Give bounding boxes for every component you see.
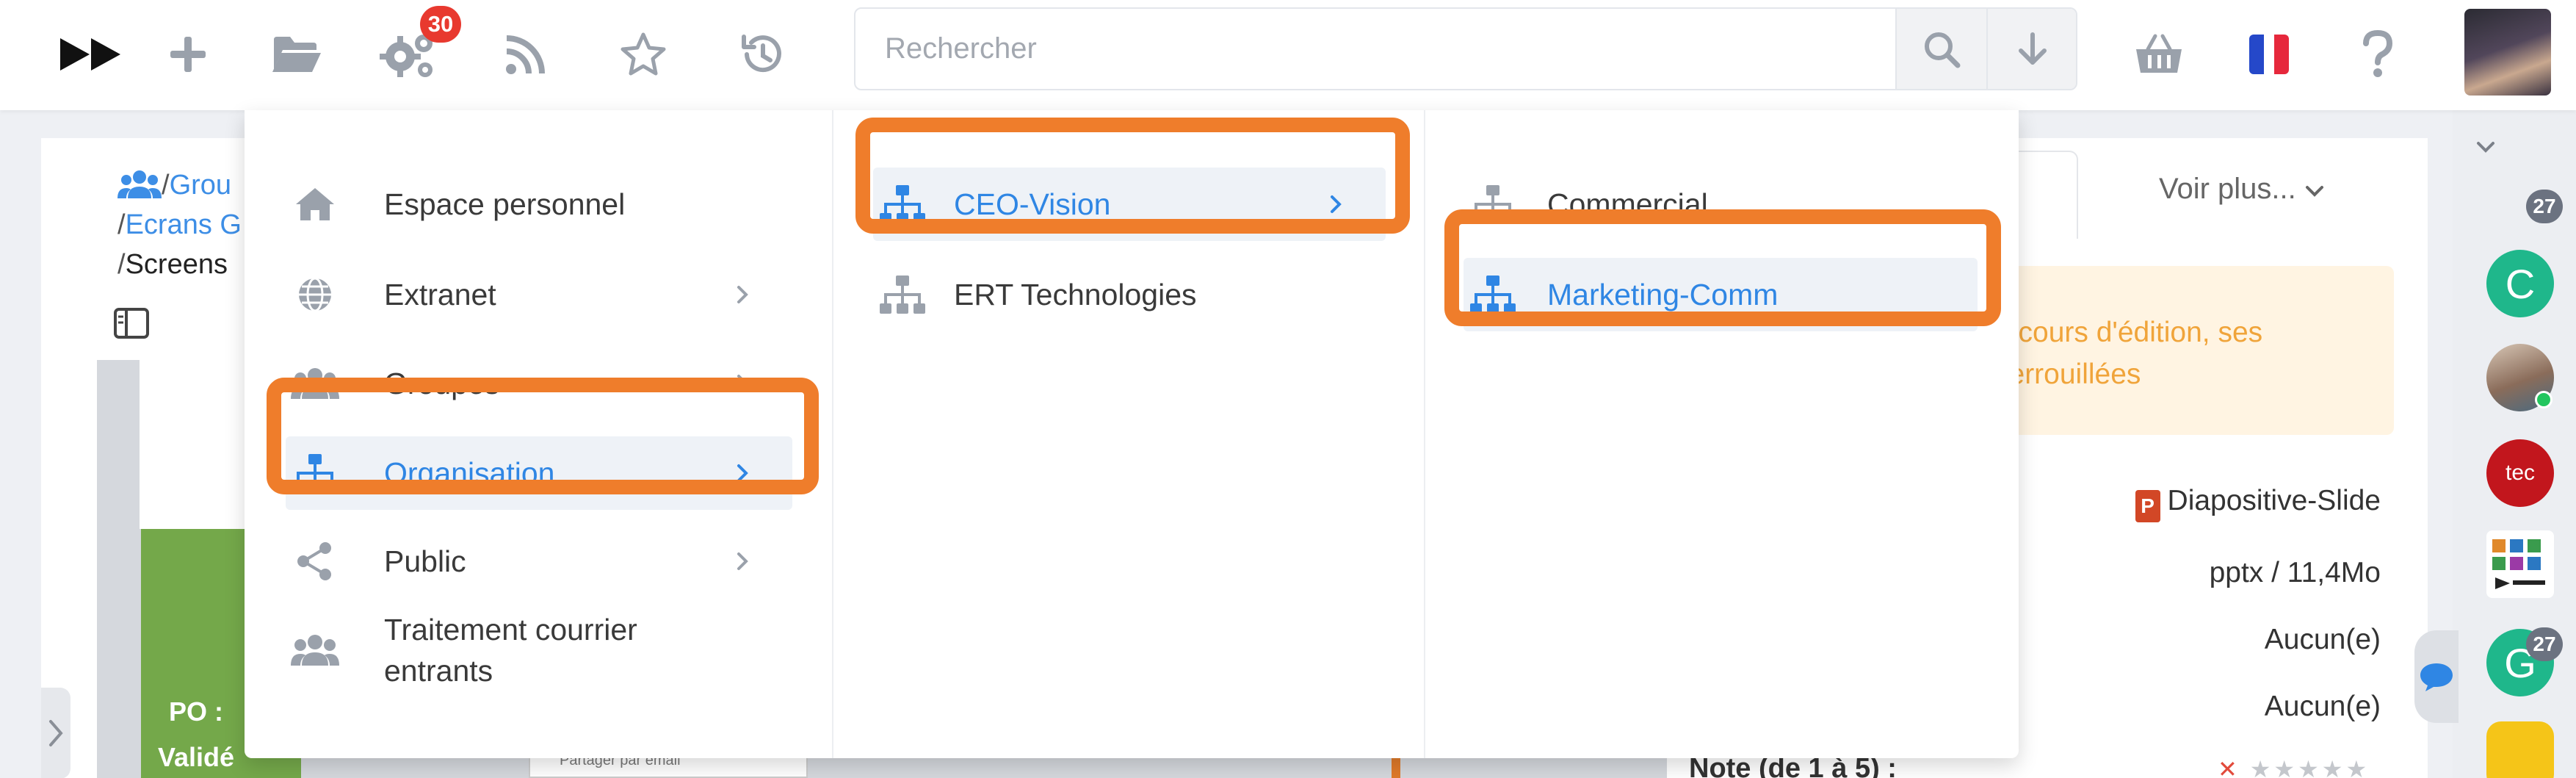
chat-toggle-button[interactable] xyxy=(2414,630,2459,723)
users-icon xyxy=(286,358,344,409)
bot-avatar[interactable] xyxy=(2486,721,2554,778)
prop-type: P Diapositive-Slide xyxy=(2135,485,2381,522)
chat-icon xyxy=(2420,663,2453,691)
chevron-right-icon xyxy=(737,286,748,303)
avatar-letter-c: C xyxy=(2505,260,2536,307)
french-flag-icon[interactable] xyxy=(2232,18,2306,91)
home-icon xyxy=(286,179,344,230)
prop-type-value: Diapositive-Slide xyxy=(2167,485,2381,516)
menu-item-groupes[interactable]: Groupes xyxy=(286,347,792,420)
notice-line-1: n cours d'édition, ses xyxy=(1994,317,2263,348)
chevron-right-icon xyxy=(737,464,748,482)
avatar-text-tec: tec xyxy=(2505,461,2536,485)
star-icon[interactable] xyxy=(607,18,680,91)
breadcrumb-separator: / xyxy=(162,170,170,201)
menu-item-label: Extranet xyxy=(384,278,496,311)
notification-badge: 30 xyxy=(420,6,461,43)
search-icon xyxy=(1925,32,1961,68)
sitemap-icon xyxy=(873,179,932,230)
rail-collapse-icon[interactable] xyxy=(2475,140,2497,158)
share-icon xyxy=(286,536,344,587)
breadcrumb-item-screens: Screens xyxy=(125,249,228,280)
panel-collapse-button[interactable] xyxy=(41,688,70,778)
sitemap-icon xyxy=(873,269,932,320)
chevron-right-icon xyxy=(49,720,63,746)
chevron-right-icon xyxy=(737,552,748,570)
menu-column-ceo-vision: Commercial Marketing-Comm xyxy=(1427,110,2019,758)
sitemap-icon xyxy=(1464,269,1522,320)
breadcrumb-item-ecrans[interactable]: Ecrans G xyxy=(126,209,242,240)
sitemap-icon xyxy=(1464,179,1522,230)
rating-stars[interactable]: ✕ ★★★★★ xyxy=(2218,755,2370,778)
menu-item-label: Traitement courrier entrants xyxy=(384,613,637,688)
chevron-down-icon xyxy=(2305,186,2323,197)
fast-forward-logo[interactable] xyxy=(54,18,128,91)
top-navigation-bar xyxy=(0,0,2576,110)
users-icon xyxy=(117,170,162,198)
sitemap-icon xyxy=(286,447,344,499)
menu-item-organisation[interactable]: Organisation xyxy=(286,436,792,510)
rail-count-badge-2: 27 xyxy=(2526,627,2563,661)
history-icon[interactable] xyxy=(725,18,798,91)
menu-column-root: Espace personnel Extranet Groupes Organi… xyxy=(245,110,833,758)
clear-rating-icon[interactable]: ✕ xyxy=(2218,756,2240,778)
gofas-logo-icon xyxy=(2492,539,2545,589)
menu-item-ert-technologies[interactable]: ERT Technologies xyxy=(873,258,1386,331)
folder-open-icon[interactable] xyxy=(260,18,333,91)
menu-item-label: ERT Technologies xyxy=(954,278,1197,311)
menu-item-traitement-courrier[interactable]: Traitement courrier entrants xyxy=(286,595,792,705)
search-input[interactable] xyxy=(855,9,1895,89)
help-icon[interactable] xyxy=(2341,18,2414,91)
menu-item-marketing-comm[interactable]: Marketing-Comm xyxy=(1464,258,1978,331)
search-button[interactable] xyxy=(1895,9,1986,89)
user-avatar-c[interactable]: C xyxy=(2486,250,2554,317)
breadcrumb-separator: / xyxy=(117,249,126,280)
breadcrumb: /Grou /Ecrans G /Screens xyxy=(117,165,242,284)
rss-icon[interactable] xyxy=(489,18,562,91)
globe-icon xyxy=(286,269,344,320)
org-avatar-gofas[interactable] xyxy=(2486,530,2554,598)
menu-item-label: Commercial xyxy=(1547,187,1708,221)
search-options-button[interactable] xyxy=(1986,9,2076,89)
prop-format: pptx / 11,4Mo xyxy=(2209,557,2381,588)
menu-item-commercial[interactable]: Commercial xyxy=(1464,168,1978,241)
breadcrumb-item-groupes[interactable]: Grou xyxy=(170,170,231,201)
voir-plus-dropdown[interactable]: Voir plus... xyxy=(2159,173,2325,206)
plus-icon[interactable] xyxy=(151,18,225,91)
prop-value-3: Aucun(e) xyxy=(2264,624,2381,655)
users-icon xyxy=(286,624,344,676)
chevron-right-icon xyxy=(737,375,748,392)
notice-line-2: verrouillées xyxy=(1994,359,2141,390)
prop-value-4: Aucun(e) xyxy=(2264,691,2381,722)
org-avatar-tec[interactable]: tec xyxy=(2486,439,2554,507)
status-text-valide: Validé xyxy=(157,742,235,772)
rail-count-badge: 27 xyxy=(2526,190,2563,223)
menu-item-extranet[interactable]: Extranet xyxy=(286,258,792,331)
menu-item-label: Organisation xyxy=(384,456,555,490)
menu-item-ceo-vision[interactable]: CEO-Vision xyxy=(873,168,1386,241)
sidebar-toggle-icon[interactable] xyxy=(113,307,150,339)
workspace-dropdown-menu: Espace personnel Extranet Groupes Organi… xyxy=(245,110,2019,758)
voir-plus-label: Voir plus... xyxy=(2159,173,2296,205)
menu-column-organisation: CEO-Vision ERT Technologies xyxy=(835,110,1425,758)
menu-item-label: Groupes xyxy=(384,367,500,400)
powerpoint-icon: P xyxy=(2135,490,2160,522)
status-text-po: PO : xyxy=(168,696,223,727)
basket-icon[interactable] xyxy=(2122,18,2196,91)
menu-item-label: Public xyxy=(384,544,466,578)
breadcrumb-separator: / xyxy=(117,209,126,240)
search-bar xyxy=(854,7,2077,90)
menu-item-espace-personnel[interactable]: Espace personnel xyxy=(286,168,792,241)
menu-item-label: Espace personnel xyxy=(384,187,626,221)
arrow-down-icon xyxy=(2019,32,2047,65)
online-status-dot xyxy=(2535,391,2553,408)
menu-item-public[interactable]: Public xyxy=(286,525,792,598)
user-avatar[interactable] xyxy=(2464,9,2551,96)
menu-item-label: Marketing-Comm xyxy=(1547,278,1779,311)
chevron-right-icon xyxy=(1331,195,1342,213)
menu-item-label: CEO-Vision xyxy=(954,187,1111,221)
